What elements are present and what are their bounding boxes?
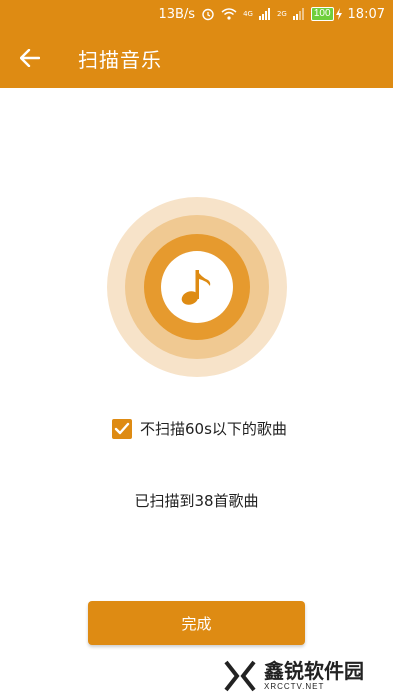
checkmark-icon	[114, 422, 130, 434]
signal-bars-icon	[258, 8, 271, 20]
music-note-icon	[181, 270, 211, 305]
watermark: 鑫锐软件园 XRCCTV.NET	[222, 655, 390, 697]
watermark-logo-icon	[224, 660, 256, 692]
skip-short-option[interactable]: 不扫描60s以下的歌曲	[112, 418, 287, 439]
scan-result-text: 已扫描到38首歌曲	[134, 492, 259, 510]
network-label-4g: 4G	[243, 9, 253, 18]
charging-icon	[335, 8, 342, 20]
skip-short-label: 不扫描60s以下的歌曲	[140, 420, 287, 438]
watermark-text: 鑫锐软件园 XRCCTV.NET	[264, 661, 364, 691]
scan-animation	[107, 197, 287, 377]
skip-short-checkbox[interactable]	[112, 418, 132, 439]
watermark-sub: XRCCTV.NET	[264, 682, 325, 691]
signal-bars-2-icon	[292, 8, 305, 20]
watermark-main: 鑫锐软件园	[264, 659, 364, 683]
network-speed: 13B/s	[158, 6, 196, 22]
status-bar: 13B/s 4G 2G 100 18:07	[0, 0, 393, 28]
clock: 18:07	[347, 6, 385, 22]
ring-center	[161, 251, 233, 323]
wifi-icon	[221, 8, 237, 20]
arrow-left-icon	[20, 49, 40, 67]
network-label-2g: 2G	[276, 10, 287, 18]
done-button[interactable]: 完成	[88, 601, 305, 645]
battery-indicator: 100	[310, 7, 342, 21]
app-bar: 扫描音乐	[0, 28, 393, 88]
battery-level: 100	[310, 7, 334, 21]
signal-2g-icon: 2G	[277, 10, 287, 18]
signal-4g-icon: 4G	[243, 9, 253, 18]
back-button[interactable]	[0, 28, 60, 88]
page-title: 扫描音乐	[78, 47, 162, 72]
alarm-icon	[201, 7, 215, 21]
